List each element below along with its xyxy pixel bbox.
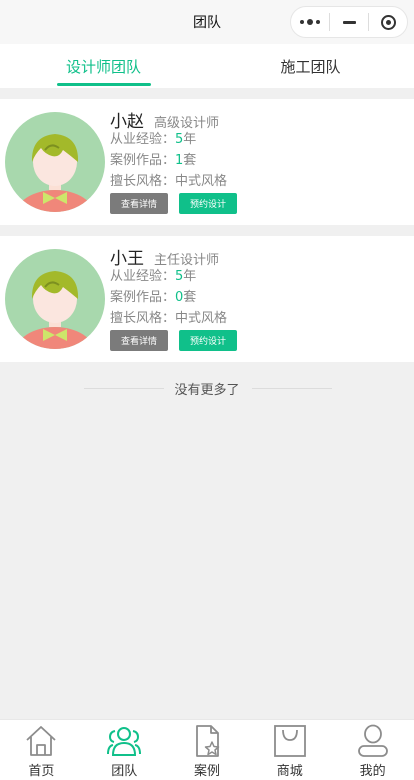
view-details-button[interactable]: 查看详情: [110, 193, 168, 214]
experience-unit: 年: [183, 269, 197, 284]
designer-card[interactable]: 小赵 高级设计师 从业经验：5年 案例作品：1套 擅长风格：中式风格 查看详情 …: [0, 99, 414, 225]
tabbar-label: 商城: [276, 764, 303, 779]
tabbar-label: 首页: [28, 764, 55, 779]
designer-info: 小王 主任设计师 从业经验：5年 案例作品：0套 擅长风格：中式风格 查看详情 …: [110, 244, 237, 351]
close-button[interactable]: [369, 7, 407, 37]
minimize-button[interactable]: [330, 7, 368, 37]
navigation-bar: 团队: [0, 0, 414, 44]
name-row: 小王 主任设计师: [110, 244, 237, 269]
experience-label: 从业经验：: [110, 269, 176, 284]
tabbar-item-shop[interactable]: 商城: [248, 720, 331, 780]
more-menu-button[interactable]: [291, 7, 329, 37]
designer-card[interactable]: 小王 主任设计师 从业经验：5年 案例作品：0套 擅长风格：中式风格 查看详情 …: [0, 236, 414, 362]
shop-icon: [272, 723, 308, 759]
cases-line: 案例作品：1套: [110, 150, 237, 171]
tabbar-item-home[interactable]: 首页: [0, 720, 83, 780]
tabbar-label: 案例: [193, 764, 220, 779]
user-icon: [355, 723, 391, 759]
style-value: 中式风格: [175, 311, 228, 326]
book-design-button[interactable]: 预约设计: [179, 193, 237, 214]
experience-line: 从业经验：5年: [110, 266, 237, 287]
no-more-indicator: 没有更多了: [0, 373, 414, 403]
tab-designer-team[interactable]: 设计师团队: [0, 44, 207, 88]
avatar: [5, 112, 105, 212]
avatar: [5, 249, 105, 349]
close-target-icon: [380, 14, 396, 30]
style-value: 中式风格: [175, 174, 228, 189]
view-details-button[interactable]: 查看详情: [110, 330, 168, 351]
book-design-button[interactable]: 预约设计: [179, 330, 237, 351]
tabbar-label: 团队: [111, 764, 138, 779]
style-label: 擅长风格：: [110, 311, 176, 326]
cases-unit: 套: [183, 290, 197, 305]
designer-avatar-icon: [5, 249, 105, 349]
experience-line: 从业经验：5年: [110, 129, 237, 150]
experience-label: 从业经验：: [110, 132, 176, 147]
cases-line: 案例作品：0套: [110, 287, 237, 308]
case-icon: [189, 723, 225, 759]
style-line: 擅长风格：中式风格: [110, 171, 237, 192]
designer-info: 小赵 高级设计师 从业经验：5年 案例作品：1套 擅长风格：中式风格 查看详情 …: [110, 107, 237, 214]
page-title: 团队: [193, 15, 221, 31]
divider-right: [252, 388, 332, 389]
team-tabs: 设计师团队 施工团队: [0, 44, 414, 88]
team-icon: [106, 723, 142, 759]
cases-label: 案例作品：: [110, 153, 176, 168]
more-dots-icon: [300, 19, 320, 25]
card-actions: 查看详情 预约设计: [110, 193, 237, 214]
style-line: 擅长风格：中式风格: [110, 308, 237, 329]
tabbar-label: 我的: [359, 764, 386, 779]
tab-construction-team[interactable]: 施工团队: [207, 44, 414, 88]
style-label: 擅长风格：: [110, 174, 176, 189]
tabbar-item-cases[interactable]: 案例: [166, 720, 249, 780]
minimize-icon: [342, 20, 356, 24]
home-icon: [23, 723, 59, 759]
cases-unit: 套: [183, 153, 197, 168]
name-row: 小赵 高级设计师: [110, 107, 237, 132]
tabbar-item-mine[interactable]: 我的: [331, 720, 414, 780]
experience-unit: 年: [183, 132, 197, 147]
tabbar-item-team[interactable]: 团队: [83, 720, 166, 780]
designer-avatar-icon: [5, 112, 105, 212]
cases-label: 案例作品：: [110, 290, 176, 305]
mini-program-capsule: [290, 6, 408, 38]
card-actions: 查看详情 预约设计: [110, 330, 237, 351]
bottom-tab-bar: 首页 团队 案例 商城 我的: [0, 719, 414, 780]
divider-left: [84, 388, 164, 389]
no-more-text: 没有更多了: [174, 382, 240, 398]
designer-list: 小赵 高级设计师 从业经验：5年 案例作品：1套 擅长风格：中式风格 查看详情 …: [0, 88, 414, 403]
